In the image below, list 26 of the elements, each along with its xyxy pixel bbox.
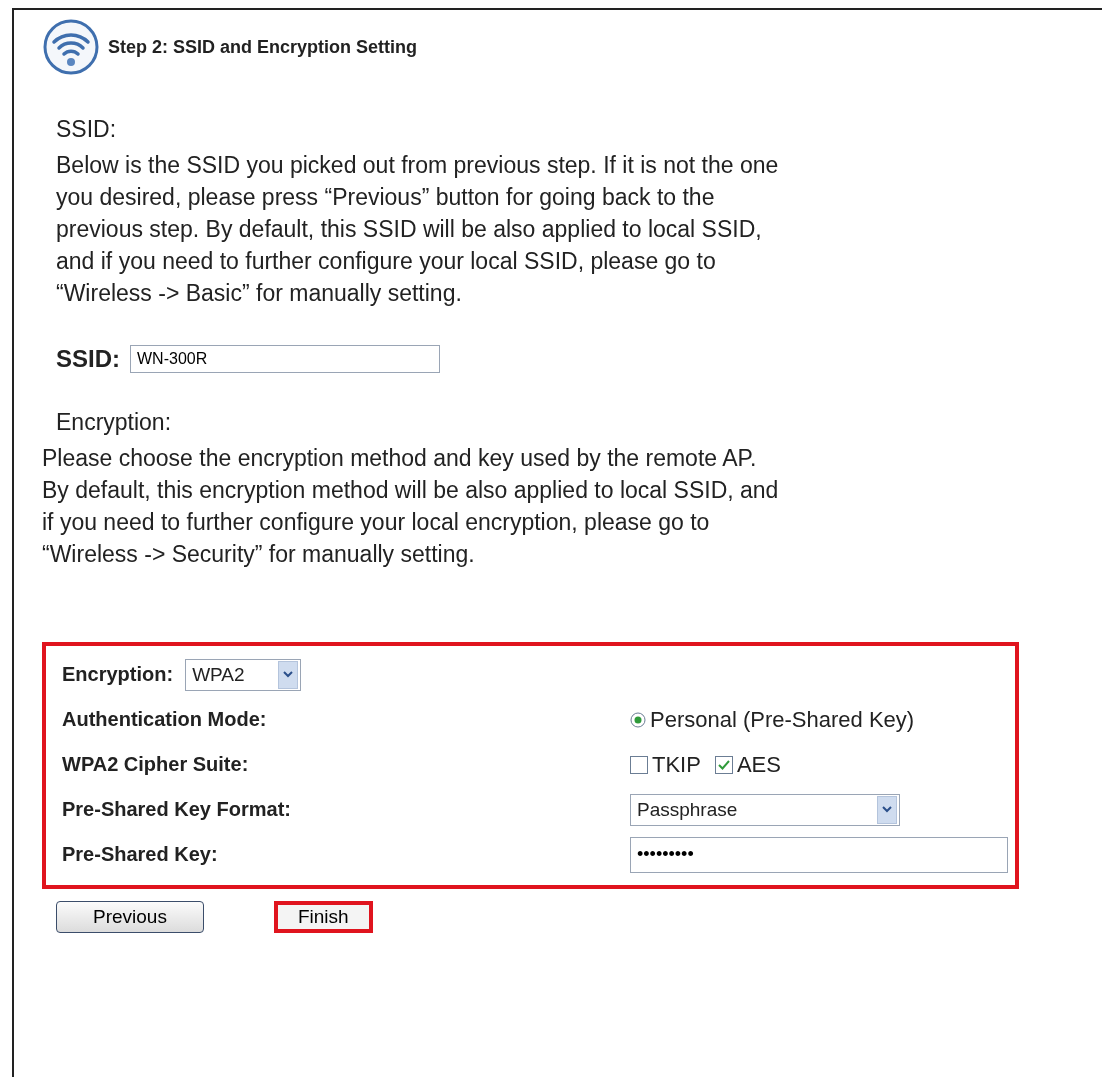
radio-button[interactable] <box>630 711 646 728</box>
checkbox[interactable] <box>714 755 733 774</box>
field-label: Pre-Shared Key: <box>62 843 219 866</box>
option-label: Personal (Pre-Shared Key) <box>650 706 915 733</box>
field-label: Authentication Mode: <box>62 708 268 731</box>
encryption-dropdown[interactable]: WPA2 <box>185 658 302 691</box>
ssid-label: SSID: <box>56 345 120 373</box>
key-format-dropdown[interactable]: Passphrase <box>630 793 900 826</box>
section-heading: Encryption: <box>56 409 173 436</box>
field-label: WPA2 Cipher Suite: <box>62 753 250 776</box>
caret-icon <box>283 671 294 678</box>
field-label: Encryption: <box>62 663 174 686</box>
option-label: AES <box>736 751 781 778</box>
field-label: Pre-Shared Key Format: <box>62 798 292 821</box>
wifi-icon <box>42 18 100 76</box>
checkbox[interactable] <box>630 755 648 774</box>
ssid-field[interactable]: WN-300R <box>130 345 440 373</box>
caret-icon <box>882 806 892 813</box>
finish-button[interactable]: Finish <box>273 901 373 933</box>
page-title: Step 2: SSID and Encryption Setting <box>108 36 418 58</box>
key-field[interactable]: ••••••••• <box>630 836 1008 873</box>
previous-button[interactable]: Previous <box>56 901 204 933</box>
option-label: TKIP <box>652 751 701 778</box>
encryption-description: Please choose the encryption method and key used by the remote AP. By default, this encryption method will be also applied to local SSID, and if you need to further configure your local encryption, please go to “Wireless -> Security” for manually setting. <box>42 444 780 569</box>
ssid-description: Below is the SSID you picked out from previous step. If it is not the one you desired, please press “Previous” button for going back to the previous step. By default, this SSID will be also applied to local SSID, and if you need to further configure your local SSID, please go to “Wireless -> Basic” for manually setting. <box>56 151 780 308</box>
section-heading: SSID: <box>56 116 118 143</box>
